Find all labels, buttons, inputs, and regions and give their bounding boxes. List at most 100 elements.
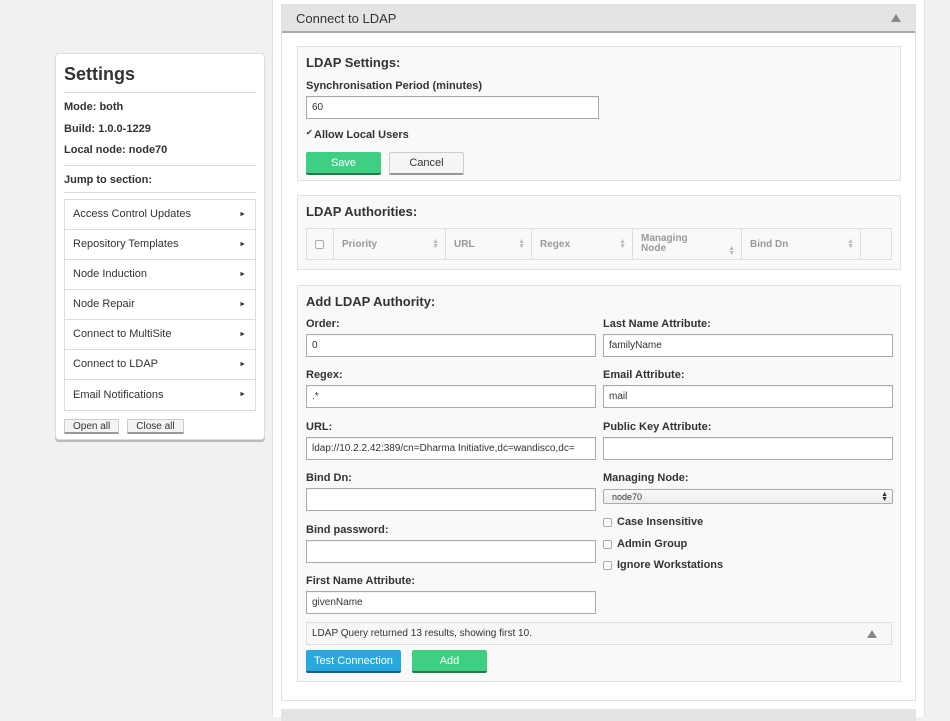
select-all-checkbox[interactable] [315, 239, 324, 249]
nav-item-label: Access Control Updates [73, 208, 191, 220]
nav-item-node-repair[interactable]: Node Repair ► [65, 290, 255, 320]
sync-period-input[interactable]: 60 [306, 96, 599, 119]
connect-to-ldap-panel: Connect to LDAP LDAP Settings: Synchroni… [281, 4, 916, 701]
nav-item-repository-templates[interactable]: Repository Templates ► [65, 230, 255, 260]
ignore-workstations-checkbox[interactable] [603, 560, 612, 570]
email-input[interactable]: mail [603, 385, 893, 408]
panel-header[interactable]: Connect to LDAP [282, 5, 915, 33]
ignore-workstations-label: Ignore Workstations [617, 559, 724, 571]
triangle-right-icon: ► [239, 240, 246, 248]
triangle-up-icon[interactable] [891, 14, 901, 22]
triangle-up-icon[interactable] [867, 629, 877, 638]
bind-dn-label: Bind Dn: [306, 472, 352, 484]
section-nav: Access Control Updates ► Repository Temp… [64, 198, 256, 411]
allow-local-users-row: Allow Local Users [306, 128, 409, 142]
triangle-right-icon: ► [239, 270, 246, 278]
order-input[interactable]: 0 [306, 334, 596, 357]
column-label: Regex [540, 238, 571, 250]
admin-group-label: Admin Group [617, 538, 688, 550]
last-name-input[interactable]: familyName [603, 334, 893, 357]
regex-input[interactable]: .* [306, 385, 596, 408]
first-name-input[interactable]: givenName [306, 591, 596, 614]
select-all-cell [307, 229, 334, 259]
open-all-button[interactable]: Open all [64, 418, 120, 434]
next-panel-header[interactable] [281, 709, 916, 721]
column-label: Bind Dn [750, 238, 789, 250]
triangle-right-icon: ► [239, 330, 246, 338]
close-all-button[interactable]: Close all [127, 418, 184, 434]
managing-node-value: node70 [612, 491, 643, 502]
authorities-table-header: Priority ▲ ▼ URL ▲ ▼ Regex ▲ ▼ Managing Nod… [306, 228, 892, 260]
column-header-regex[interactable]: Regex ▲ ▼ [532, 229, 633, 259]
add-ldap-authority-section: Add LDAP Authority: Order: 0 Regex: .* U… [297, 285, 901, 682]
triangle-right-icon: ► [239, 360, 246, 368]
nav-item-label: Node Induction [73, 268, 147, 280]
nav-item-label: Email Notifications [73, 388, 164, 401]
sort-icon: ▲ ▼ [619, 238, 626, 250]
column-header-url[interactable]: URL ▲ ▼ [446, 229, 532, 259]
expand-collapse-controls: Open all Close all [64, 418, 256, 434]
settings-sidebar: Settings Mode: both Build: 1.0.0-1229 Lo… [55, 53, 265, 440]
first-name-value: givenName [312, 597, 363, 608]
cancel-button[interactable]: Cancel [389, 152, 464, 175]
last-name-label: Last Name Attribute: [603, 318, 711, 330]
column-label: Managing Node [641, 233, 688, 254]
nav-item-label: Connect to MultiSite [73, 328, 172, 340]
first-name-label: First Name Attribute: [306, 575, 415, 587]
nav-item-label: Connect to LDAP [73, 358, 158, 370]
managing-node-select[interactable]: node70 ▲ ▼ [603, 489, 893, 504]
managing-node-label: Managing Node: [603, 472, 689, 484]
bind-password-input[interactable] [306, 540, 596, 563]
url-input[interactable]: ldap://10.2.2.42:389/cn=Dharma Initiativ… [306, 437, 596, 460]
build-text: Build: 1.0.0-1229 [64, 122, 151, 135]
triangle-right-icon: ► [239, 300, 246, 308]
column-label: URL [454, 238, 475, 250]
add-button[interactable]: Add [412, 650, 487, 673]
bind-dn-input[interactable] [306, 488, 596, 511]
ldap-authorities-heading: LDAP Authorities: [306, 204, 418, 219]
query-result-text: LDAP Query returned 13 results, showing … [312, 628, 532, 639]
sync-period-value: 60 [312, 102, 324, 113]
nav-item-email-notifications[interactable]: Email Notifications ► [65, 380, 255, 410]
last-name-value: familyName [609, 340, 662, 351]
ignore-workstations-row: Ignore Workstations [603, 559, 723, 571]
url-value: ldap://10.2.2.42:389/cn=Dharma Initiativ… [312, 443, 575, 454]
triangle-right-icon: ► [239, 391, 246, 398]
column-header-bind-dn[interactable]: Bind Dn ▲ ▼ [742, 229, 861, 259]
column-header-priority[interactable]: Priority ▲ ▼ [334, 229, 446, 259]
save-button[interactable]: Save [306, 152, 381, 175]
nav-item-access-control-updates[interactable]: Access Control Updates ► [65, 200, 255, 230]
nav-item-node-induction[interactable]: Node Induction ► [65, 260, 255, 290]
mode-text: Mode: both [64, 101, 124, 113]
nav-item-label: Node Repair [73, 298, 135, 310]
settings-meta: Mode: both Build: 1.0.0-1229 Local node:… [64, 93, 256, 166]
admin-group-row: Admin Group [603, 538, 687, 550]
triangle-right-icon: ► [239, 210, 246, 218]
email-label: Email Attribute: [603, 369, 685, 381]
nav-item-label: Repository Templates [73, 238, 179, 250]
nav-item-connect-to-multisite[interactable]: Connect to MultiSite ► [65, 320, 255, 350]
settings-title: Settings [64, 62, 256, 93]
sync-period-label: Synchronisation Period (minutes) [306, 80, 483, 92]
ldap-authorities-section: LDAP Authorities: Priority ▲ ▼ URL ▲ ▼ Reg… [297, 195, 901, 270]
local-node-text: Local node: node70 [64, 144, 168, 156]
admin-group-checkbox[interactable] [603, 539, 612, 549]
jump-to-section-label: Jump to section: [64, 166, 256, 193]
column-header-managing-node[interactable]: Managing Node ▲ ▼ [633, 229, 742, 259]
add-authority-heading: Add LDAP Authority: [306, 294, 436, 309]
actions-column-header [861, 229, 891, 259]
sort-icon: ▲ ▼ [518, 238, 525, 250]
public-key-input[interactable] [603, 437, 893, 460]
order-value: 0 [312, 340, 318, 351]
column-label: Priority [342, 238, 378, 250]
public-key-label: Public Key Attribute: [603, 421, 712, 433]
panel-title: Connect to LDAP [296, 10, 397, 26]
case-insensitive-checkbox[interactable] [603, 517, 612, 527]
case-insensitive-label: Case Insensitive [617, 516, 704, 528]
select-arrows-icon: ▲ ▼ [881, 490, 888, 503]
order-label: Order: [306, 318, 340, 330]
test-connection-button[interactable]: Test Connection [306, 650, 401, 673]
nav-item-connect-to-ldap[interactable]: Connect to LDAP ► [65, 350, 255, 380]
allow-local-users-checkbox[interactable] [306, 128, 314, 140]
case-insensitive-row: Case Insensitive [603, 516, 703, 528]
